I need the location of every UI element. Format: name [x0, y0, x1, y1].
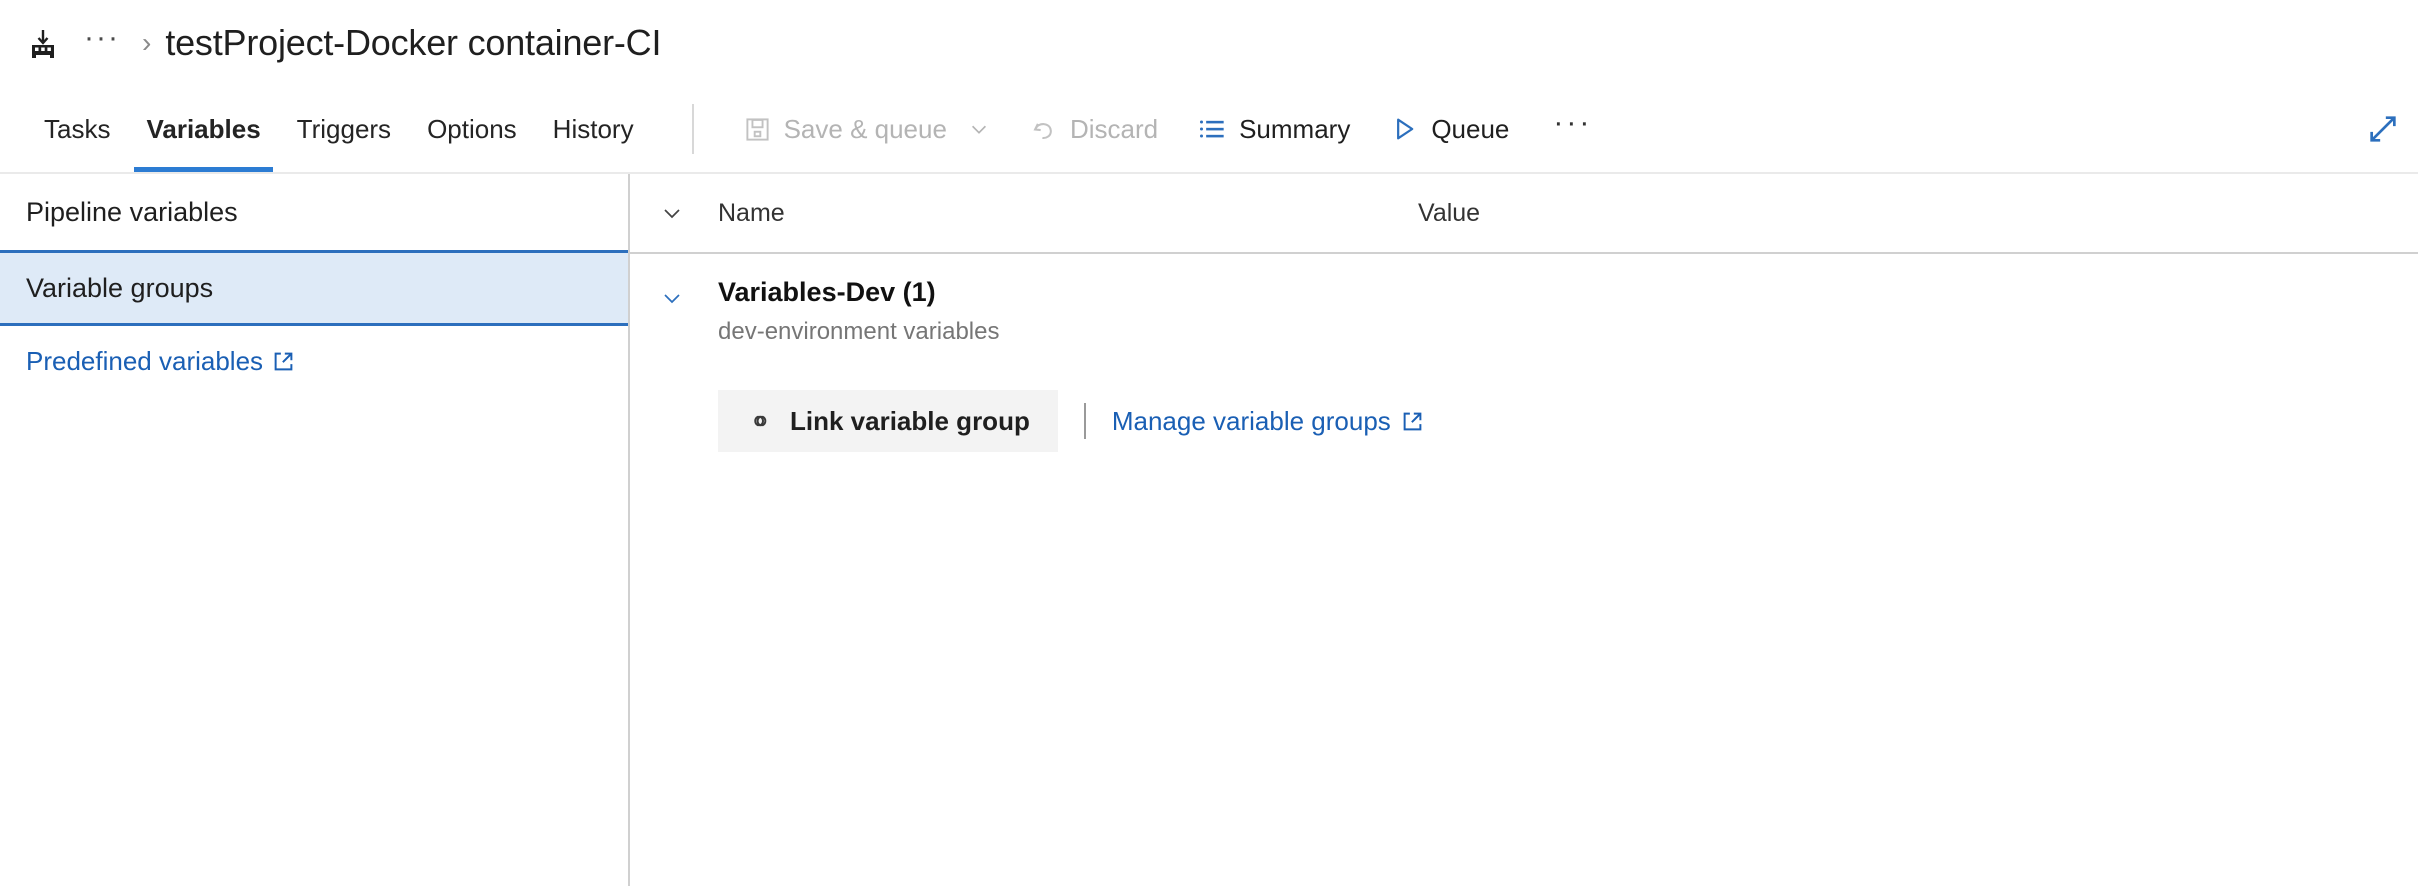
- column-header-name: Name: [718, 198, 785, 227]
- sidebar-item-variable-groups[interactable]: Variable groups: [0, 250, 628, 326]
- breadcrumb: ··· › testProject-Docker container-CI: [0, 0, 2418, 86]
- expand-icon[interactable]: [2366, 112, 2400, 146]
- external-link-icon: [273, 351, 294, 372]
- variable-group-name[interactable]: Variables-Dev (1): [718, 276, 999, 308]
- column-header-value: Value: [1418, 198, 1481, 227]
- grid-header-row: Name Value: [630, 174, 2418, 254]
- content-area: Pipeline variables Variable groups Prede…: [0, 174, 2418, 886]
- link-variable-group-button[interactable]: Link variable group: [718, 390, 1058, 453]
- external-link-icon: [1402, 411, 1423, 432]
- tab-variables-label: Variables: [146, 113, 261, 144]
- variable-group-row: Variables-Dev (1) dev-environment variab…: [630, 254, 2418, 346]
- tab-triggers[interactable]: Triggers: [279, 86, 409, 172]
- group-text-block: Variables-Dev (1) dev-environment variab…: [718, 276, 999, 346]
- build-pipeline-icon[interactable]: [26, 26, 60, 60]
- actions-divider: [1083, 403, 1086, 440]
- tab-triggers-label: Triggers: [296, 113, 392, 144]
- variables-sidebar: Pipeline variables Variable groups Prede…: [0, 174, 630, 886]
- tab-variables[interactable]: Variables: [128, 86, 278, 172]
- summary-label: Summary: [1239, 113, 1351, 144]
- command-bar: Save & queue Discard Summary Queue ···: [724, 86, 1617, 172]
- queue-label: Queue: [1431, 113, 1510, 144]
- undo-icon: [1030, 116, 1057, 143]
- summary-button[interactable]: Summary: [1178, 101, 1370, 157]
- breadcrumb-separator-icon: ›: [141, 27, 152, 58]
- manage-variable-groups-label: Manage variable groups: [1111, 405, 1391, 436]
- toolbar-divider: [691, 104, 694, 154]
- breadcrumb-overflow[interactable]: ···: [78, 23, 126, 53]
- tab-options-label: Options: [427, 113, 517, 144]
- manage-variable-groups-link[interactable]: Manage variable groups: [1112, 406, 1423, 437]
- predefined-variables-label: Predefined variables: [26, 345, 264, 376]
- chevron-down-icon[interactable]: [968, 118, 990, 140]
- group-expand-toggle-icon[interactable]: [644, 276, 700, 310]
- tab-list: Tasks Variables Triggers Options History: [0, 86, 652, 172]
- more-commands-button[interactable]: ···: [1529, 106, 1616, 140]
- discard-button[interactable]: Discard: [1010, 101, 1178, 157]
- tab-tasks[interactable]: Tasks: [26, 86, 128, 172]
- predefined-variables-link[interactable]: Predefined variables: [0, 326, 628, 396]
- save-and-queue-button[interactable]: Save & queue: [724, 101, 1010, 157]
- variable-group-description: dev-environment variables: [718, 318, 1000, 346]
- discard-label: Discard: [1069, 113, 1159, 144]
- save-icon: [744, 116, 771, 143]
- save-and-queue-label: Save & queue: [783, 113, 947, 144]
- summary-list-icon: [1198, 115, 1226, 143]
- collapse-all-toggle-icon[interactable]: [644, 201, 700, 225]
- queue-button[interactable]: Queue: [1370, 101, 1529, 157]
- tab-command-bar: Tasks Variables Triggers Options History…: [0, 86, 2418, 174]
- tab-options[interactable]: Options: [409, 86, 535, 172]
- variable-group-actions: Link variable group Manage variable grou…: [630, 390, 2418, 453]
- sidebar-item-pipeline-variables-label: Pipeline variables: [26, 196, 238, 227]
- play-icon: [1390, 115, 1418, 143]
- link-variable-group-label: Link variable group: [790, 405, 1030, 436]
- page-title: testProject-Docker container-CI: [165, 22, 662, 63]
- variable-groups-panel: Name Value Variables-Dev (1) dev-environ…: [630, 174, 2418, 886]
- sidebar-item-variable-groups-label: Variable groups: [26, 272, 214, 303]
- tab-history-label: History: [552, 113, 634, 144]
- tab-history[interactable]: History: [535, 86, 652, 172]
- sidebar-item-pipeline-variables[interactable]: Pipeline variables: [0, 174, 628, 250]
- tab-tasks-label: Tasks: [44, 113, 111, 144]
- chain-link-icon: [746, 407, 774, 435]
